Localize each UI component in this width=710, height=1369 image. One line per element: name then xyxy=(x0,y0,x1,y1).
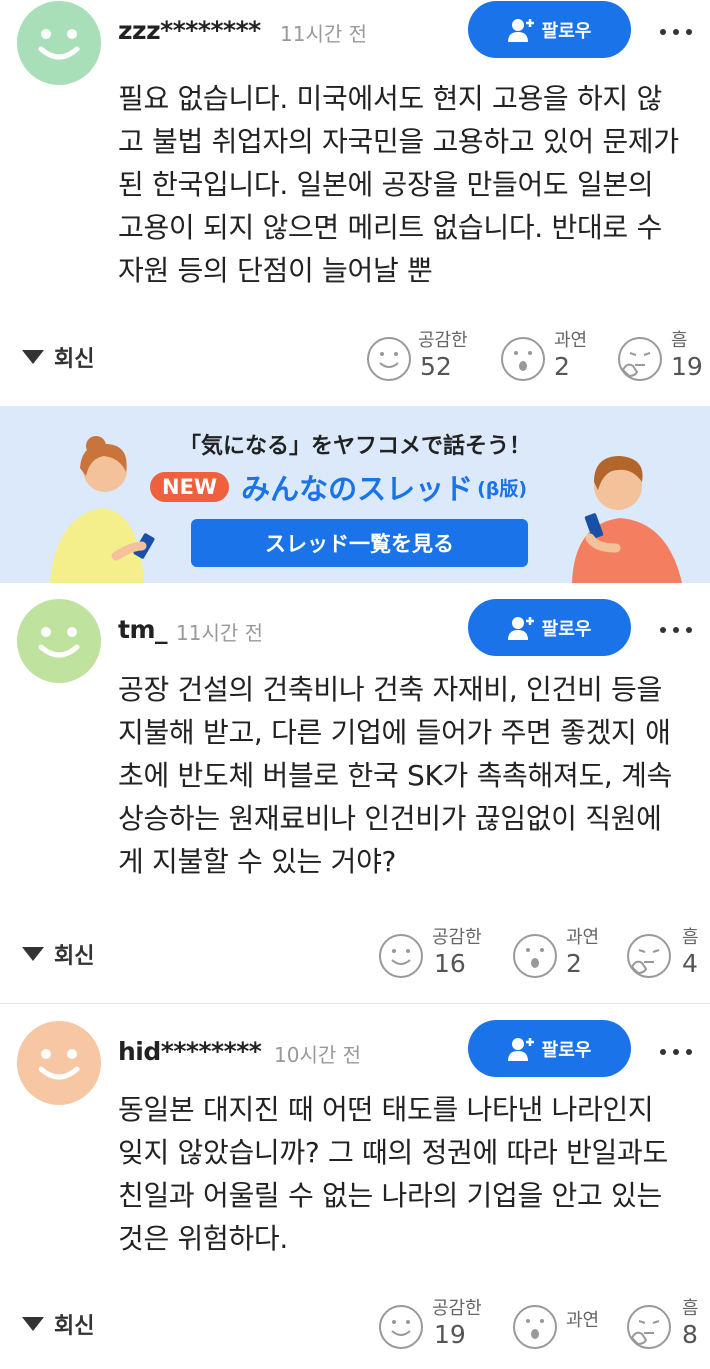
follow-label: 팔로우 xyxy=(541,20,592,42)
thread-promo-banner[interactable]: 「気になる」をヤフコメで話そう！ NEW みんなのスレッド (β版) スレッド一… xyxy=(0,406,710,583)
comment-card: hid******** 10시간 전 팔로우 동일본 대지진 때 어떤 태도를 … xyxy=(0,1004,710,1369)
reaction-hmm[interactable]: 흠 19 xyxy=(617,330,707,390)
reaction-hmm[interactable]: 흠 8 xyxy=(626,1298,710,1358)
surprised-icon xyxy=(501,337,545,381)
reaction-indeed[interactable]: 과연 2 xyxy=(500,330,600,390)
add-user-icon xyxy=(507,1037,534,1061)
add-user-icon xyxy=(507,616,534,640)
follow-label: 팔로우 xyxy=(541,1039,592,1061)
follow-button[interactable]: 팔로우 xyxy=(468,1,631,58)
thinking-icon xyxy=(618,337,662,381)
reaction-indeed[interactable]: 과연 xyxy=(512,1298,612,1358)
comment-text: 공장 건설의 건축비나 건축 자재비, 인건비 등을 지불해 받고, 다른 기업… xyxy=(118,673,673,878)
reaction-empathy[interactable]: 공감한 16 xyxy=(378,927,498,987)
thinking-icon xyxy=(627,1305,671,1349)
comment-card: zzz******** 11시간 전 팔로우 필요 없습니다. 미국에서도 현지… xyxy=(0,0,710,406)
username[interactable]: tm_ xyxy=(118,615,168,644)
smile-icon xyxy=(367,337,411,381)
thread-list-button[interactable]: スレッド一覧を見る xyxy=(191,519,528,567)
username[interactable]: zzz******** xyxy=(118,16,261,45)
timestamp: 10시간 전 xyxy=(274,1043,362,1067)
reply-toggle[interactable]: 회신 xyxy=(22,938,94,970)
add-user-icon xyxy=(507,18,534,42)
avatar[interactable] xyxy=(17,1021,101,1105)
caret-down-icon xyxy=(22,1317,44,1331)
reply-toggle[interactable]: 회신 xyxy=(22,1308,94,1340)
reaction-hmm[interactable]: 흠 4 xyxy=(626,927,710,987)
follow-button[interactable]: 팔로우 xyxy=(468,1020,631,1077)
follow-label: 팔로우 xyxy=(541,618,592,640)
reaction-empathy[interactable]: 공감한 52 xyxy=(366,330,486,390)
banner-title: みんなのスレッド xyxy=(241,472,474,506)
banner-title-row: NEW みんなのスレッド (β版) xyxy=(150,466,527,508)
smile-icon xyxy=(379,934,423,978)
more-options-icon[interactable] xyxy=(660,620,710,640)
caret-down-icon xyxy=(22,350,44,364)
smile-icon xyxy=(379,1305,423,1349)
avatar[interactable] xyxy=(17,1,101,85)
caret-down-icon xyxy=(22,947,44,961)
follow-button[interactable]: 팔로우 xyxy=(468,599,631,656)
comment-text: 필요 없습니다. 미국에서도 현지 고용을 하지 않 고 불법 취업자의 자국민… xyxy=(118,82,679,287)
comment-text: 동일본 대지진 때 어떤 태도를 나타낸 나라인지 잊지 않았습니까? 그 때의… xyxy=(118,1093,668,1255)
reply-toggle[interactable]: 회신 xyxy=(22,341,94,373)
username[interactable]: hid******** xyxy=(118,1037,262,1066)
surprised-icon xyxy=(513,1305,557,1349)
comment-card: tm_ 11시간 전 팔로우 공장 건설의 건축비나 건축 자재비, 인건비 등… xyxy=(0,583,710,1003)
thinking-icon xyxy=(627,934,671,978)
new-badge: NEW xyxy=(150,472,230,502)
avatar[interactable] xyxy=(17,599,101,683)
surprised-icon xyxy=(513,934,557,978)
timestamp: 11시간 전 xyxy=(176,621,264,645)
more-options-icon[interactable] xyxy=(660,1042,710,1062)
more-options-icon[interactable] xyxy=(660,22,710,42)
reaction-empathy[interactable]: 공감한 19 xyxy=(378,1298,498,1358)
banner-headline: 「気になる」をヤフコメで話そう！ xyxy=(178,434,531,459)
beta-label: (β版) xyxy=(477,477,528,500)
timestamp: 11시간 전 xyxy=(280,22,368,46)
reaction-indeed[interactable]: 과연 2 xyxy=(512,927,612,987)
